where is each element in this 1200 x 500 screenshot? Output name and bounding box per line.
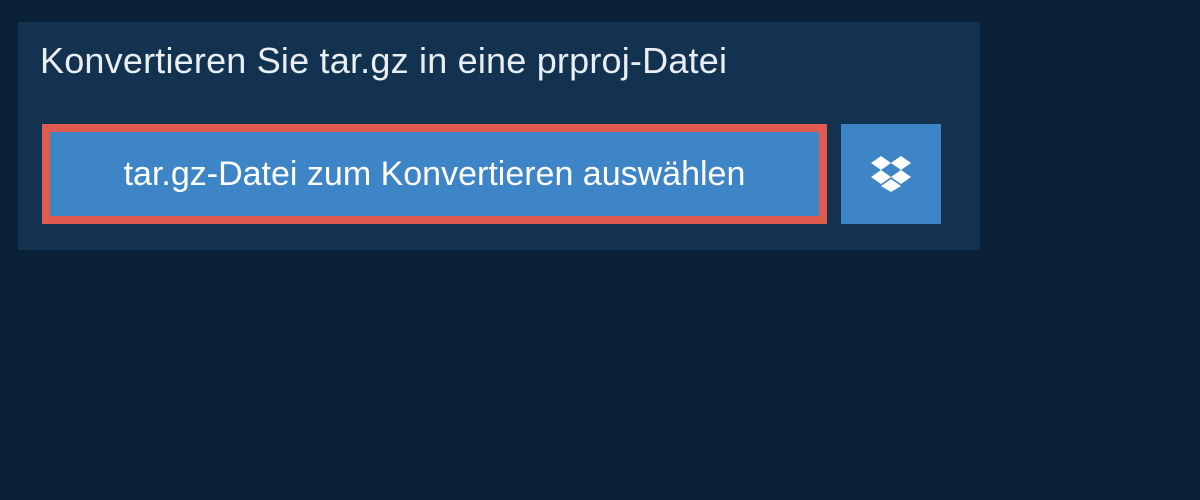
select-file-button-label: tar.gz-Datei zum Konvertieren auswählen (124, 155, 746, 194)
dropbox-button[interactable] (841, 124, 941, 224)
heading-bar: Konvertieren Sie tar.gz in eine prproj-D… (18, 22, 755, 100)
page-title: Konvertieren Sie tar.gz in eine prproj-D… (40, 40, 727, 82)
button-row: tar.gz-Datei zum Konvertieren auswählen (18, 100, 980, 250)
dropbox-icon (871, 156, 911, 192)
select-file-button[interactable]: tar.gz-Datei zum Konvertieren auswählen (42, 124, 827, 224)
converter-panel: Konvertieren Sie tar.gz in eine prproj-D… (18, 22, 980, 250)
